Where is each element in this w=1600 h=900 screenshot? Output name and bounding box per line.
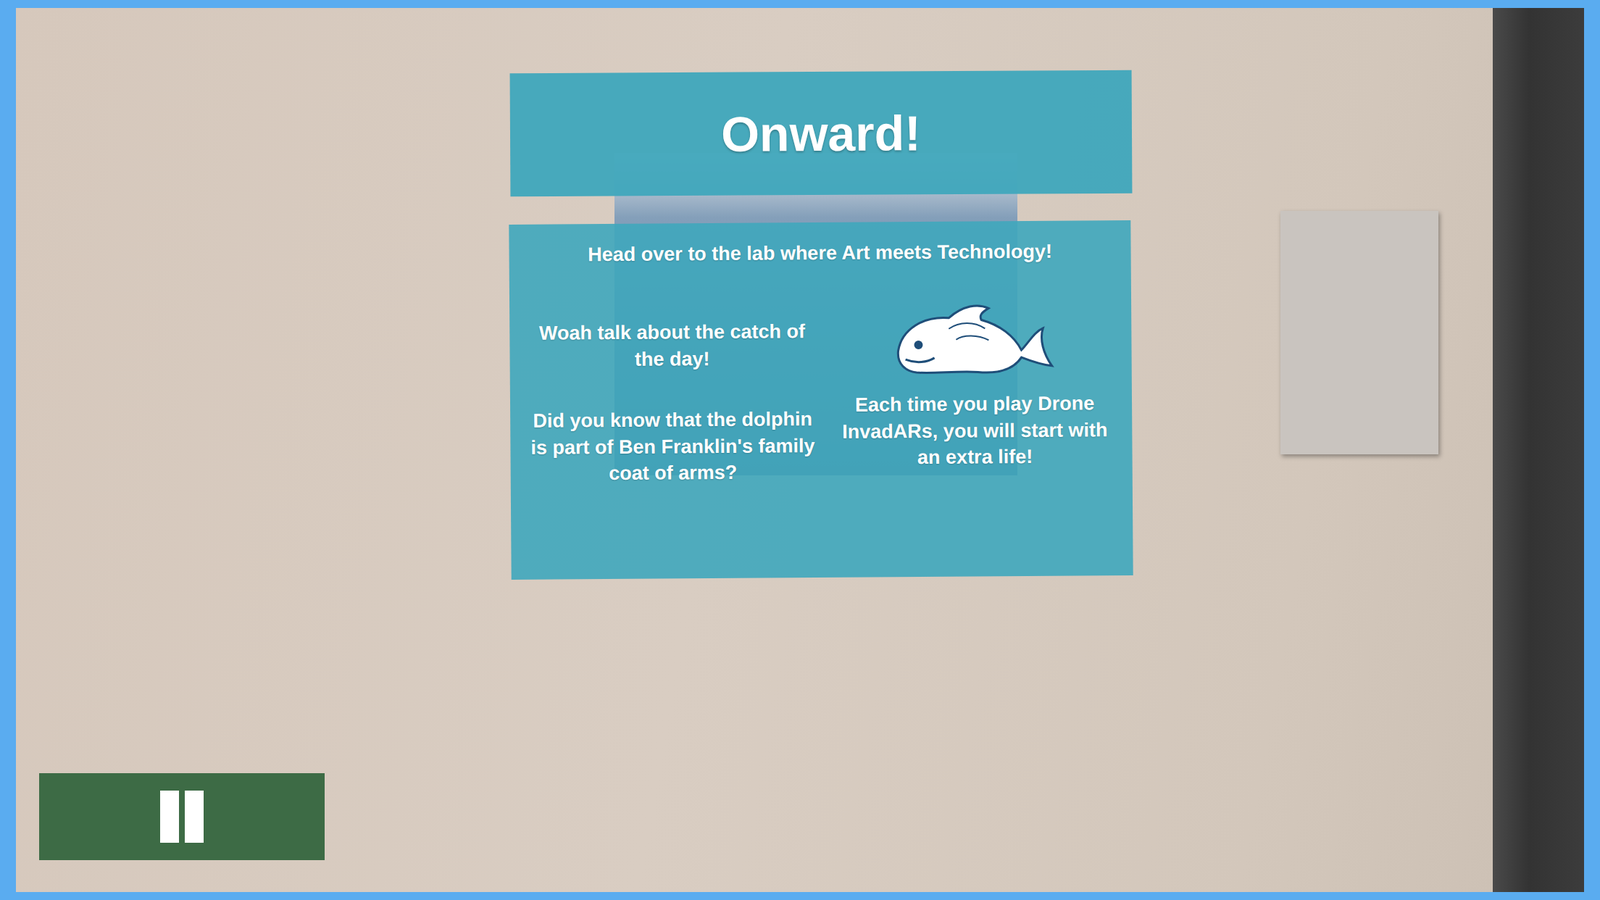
popup-columns: Woah talk about the catch of the day! Did… [526,299,1116,488]
pause-button[interactable] [39,773,325,861]
reward-column: Each time you play Drone InvadARs, you w… [834,299,1116,472]
ar-view: Onward! Head over to the lab where Art me… [0,0,1600,900]
pause-bar-icon [160,790,179,843]
door-frame [1492,7,1585,893]
popup-header: Onward! [510,70,1133,197]
dolphin-icon [890,299,1058,381]
fact-column: Woah talk about the catch of the day! Did… [526,300,819,487]
fact-text: Did you know that the dolphin is part of… [527,405,819,487]
wall-sign [1280,210,1439,455]
popup-body: Head over to the lab where Art meets Tec… [508,220,1133,580]
instruction-text: Head over to the lab where Art meets Tec… [526,237,1114,269]
pause-bar-icon [184,790,204,843]
catch-message: Woah talk about the catch of the day! [526,318,817,374]
pause-icon [160,790,204,843]
reward-text: Each time you play Drone InvadARs, you w… [834,390,1116,472]
popup: Onward! Head over to the lab where Art me… [510,71,1132,578]
popup-title: Onward! [721,105,922,161]
